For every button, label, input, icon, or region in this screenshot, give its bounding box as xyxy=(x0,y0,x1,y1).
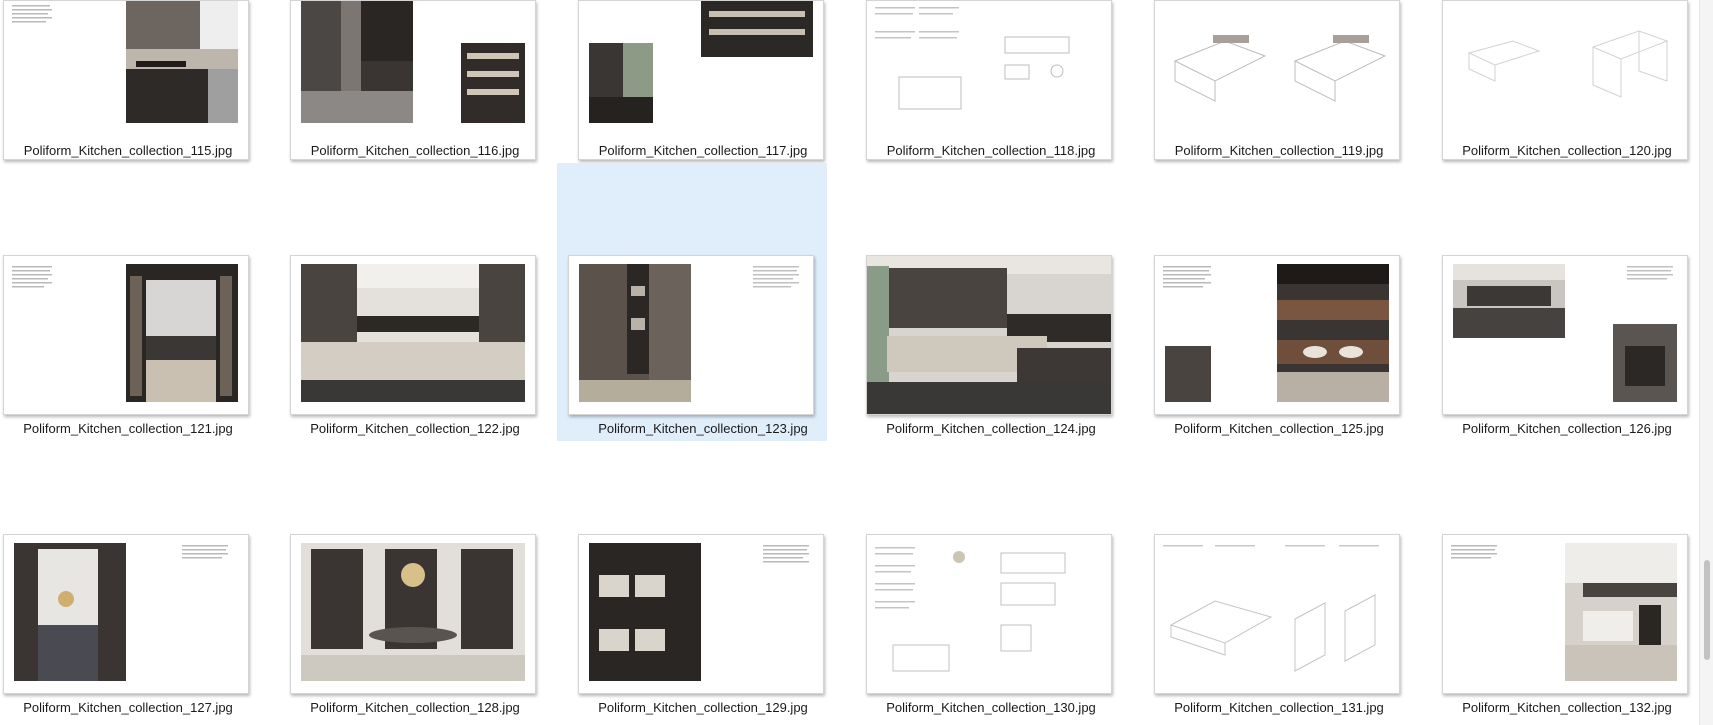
file-thumbnail[interactable] xyxy=(1154,255,1400,415)
file-name: Poliform_Kitchen_collection_118.jpg xyxy=(886,143,1096,158)
scrollbar-thumb[interactable] xyxy=(1704,560,1710,660)
file-thumbnail[interactable] xyxy=(290,255,536,415)
file-tile[interactable]: Poliform_Kitchen_collection_131.jpg xyxy=(1144,442,1414,720)
thumbnail-image xyxy=(1451,543,1677,681)
file-thumbnail[interactable] xyxy=(290,534,536,694)
thumbnail-image xyxy=(867,256,1111,414)
file-name: Poliform_Kitchen_collection_121.jpg xyxy=(23,421,233,436)
file-name: Poliform_Kitchen_collection_119.jpg xyxy=(1174,143,1384,158)
thumbnail-image xyxy=(301,1,525,123)
thumbnail-image xyxy=(301,264,525,402)
thumbnail-image xyxy=(589,543,809,681)
thumbnail-image xyxy=(1163,264,1389,402)
file-tile[interactable]: Poliform_Kitchen_collection_122.jpg xyxy=(280,163,550,441)
file-thumbnail[interactable] xyxy=(578,0,824,160)
file-tile[interactable]: Poliform_Kitchen_collection_121.jpg xyxy=(0,163,263,441)
file-tile-selected[interactable]: Poliform_Kitchen_collection_123.jpg xyxy=(557,163,827,441)
file-tile[interactable]: Poliform_Kitchen_collection_115.jpg xyxy=(0,0,263,160)
file-name: Poliform_Kitchen_collection_132.jpg xyxy=(1462,700,1672,715)
file-name: Poliform_Kitchen_collection_126.jpg xyxy=(1462,421,1672,436)
file-thumbnail[interactable] xyxy=(578,534,824,694)
file-tile[interactable]: Poliform_Kitchen_collection_127.jpg xyxy=(0,442,263,720)
file-tile[interactable]: Poliform_Kitchen_collection_120.jpg xyxy=(1432,0,1702,160)
file-name: Poliform_Kitchen_collection_125.jpg xyxy=(1174,421,1384,436)
file-tile[interactable]: Poliform_Kitchen_collection_128.jpg xyxy=(280,442,550,720)
file-name: Poliform_Kitchen_collection_123.jpg xyxy=(598,421,808,436)
file-tile[interactable]: Poliform_Kitchen_collection_118.jpg xyxy=(856,0,1126,160)
file-name: Poliform_Kitchen_collection_124.jpg xyxy=(886,421,1096,436)
thumbnail-image xyxy=(1453,264,1677,402)
file-thumbnail[interactable] xyxy=(1154,0,1400,160)
thumbnail-image xyxy=(875,7,1070,110)
file-thumbnail[interactable] xyxy=(1154,534,1400,694)
thumbnail-image xyxy=(12,264,238,402)
file-thumbnail[interactable] xyxy=(1442,534,1688,694)
file-thumbnail[interactable] xyxy=(1442,255,1688,415)
file-thumbnail[interactable] xyxy=(866,534,1112,694)
thumbnail-image xyxy=(1173,35,1387,102)
file-tile[interactable]: Poliform_Kitchen_collection_119.jpg xyxy=(1144,0,1414,160)
thumbnail-image xyxy=(12,1,238,123)
file-thumbnail[interactable] xyxy=(1442,0,1688,160)
thumbnail-image xyxy=(1467,30,1669,98)
file-thumbnail[interactable] xyxy=(3,534,249,694)
thumbnail-image xyxy=(301,543,525,681)
thumbnail-image xyxy=(14,543,228,681)
file-thumbnail[interactable] xyxy=(866,255,1112,415)
file-tile[interactable]: Poliform_Kitchen_collection_129.jpg xyxy=(568,442,838,720)
thumbnail-image xyxy=(1163,545,1379,672)
thumbnail-image xyxy=(875,547,1066,672)
file-tile[interactable]: Poliform_Kitchen_collection_132.jpg xyxy=(1432,442,1702,720)
file-name: Poliform_Kitchen_collection_129.jpg xyxy=(598,700,808,715)
file-tile[interactable]: Poliform_Kitchen_collection_116.jpg xyxy=(280,0,550,160)
file-name: Poliform_Kitchen_collection_116.jpg xyxy=(310,143,520,158)
thumbnail-grid: Poliform_Kitchen_collection_115.jpg Poli… xyxy=(0,0,1690,725)
vertical-scrollbar[interactable] xyxy=(1699,0,1713,725)
file-tile[interactable]: Poliform_Kitchen_collection_130.jpg xyxy=(856,442,1126,720)
file-name: Poliform_Kitchen_collection_122.jpg xyxy=(310,421,520,436)
file-tile[interactable]: Poliform_Kitchen_collection_124.jpg xyxy=(856,163,1126,441)
file-thumbnail[interactable] xyxy=(3,255,249,415)
file-name: Poliform_Kitchen_collection_128.jpg xyxy=(310,700,520,715)
file-tile[interactable]: Poliform_Kitchen_collection_126.jpg xyxy=(1432,163,1702,441)
file-thumbnail[interactable] xyxy=(866,0,1112,160)
thumbnail-image xyxy=(589,1,813,123)
thumbnail-image xyxy=(579,264,799,402)
file-name: Poliform_Kitchen_collection_131.jpg xyxy=(1174,700,1384,715)
file-tile[interactable]: Poliform_Kitchen_collection_125.jpg xyxy=(1144,163,1414,441)
file-name: Poliform_Kitchen_collection_127.jpg xyxy=(23,700,233,715)
file-thumbnail[interactable] xyxy=(568,255,814,415)
file-name: Poliform_Kitchen_collection_120.jpg xyxy=(1462,143,1672,158)
file-name: Poliform_Kitchen_collection_117.jpg xyxy=(598,143,808,158)
file-thumbnail[interactable] xyxy=(3,0,249,160)
file-name: Poliform_Kitchen_collection_115.jpg xyxy=(23,143,233,158)
file-thumbnail[interactable] xyxy=(290,0,536,160)
file-tile[interactable]: Poliform_Kitchen_collection_117.jpg xyxy=(568,0,838,160)
file-name: Poliform_Kitchen_collection_130.jpg xyxy=(886,700,1096,715)
